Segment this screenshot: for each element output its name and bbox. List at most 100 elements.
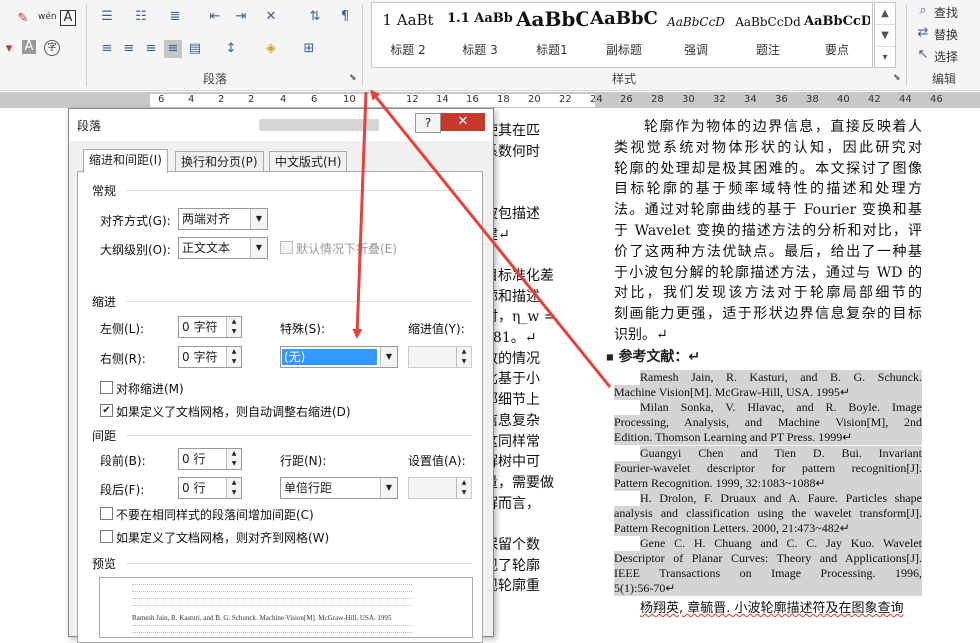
distributed-icon[interactable]: ▤: [186, 40, 204, 58]
left-column-line: 波包描述: [484, 205, 540, 222]
spin-up-icon[interactable]: ▲: [227, 317, 241, 327]
align-center-icon[interactable]: ≡: [120, 40, 138, 58]
align-right-icon[interactable]: ≡: [142, 40, 160, 58]
chevron-down-icon[interactable]: ▼: [250, 209, 267, 229]
replace-icon[interactable]: ⇄: [914, 24, 932, 42]
asian-layout-icon[interactable]: ✕: [262, 8, 280, 26]
spin-down-icon[interactable]: ▼: [457, 488, 471, 498]
style-heading-3[interactable]: 1.1 AaBb 标题 3: [444, 3, 516, 65]
chevron-down-icon[interactable]: ▼: [380, 347, 397, 367]
left-column-line: 廓和描述: [484, 288, 540, 305]
chevron-down-icon[interactable]: ▼: [380, 478, 397, 498]
spin-up-icon[interactable]: ▲: [227, 347, 241, 357]
more-styles-icon[interactable]: ▾: [875, 47, 895, 68]
spin-up-icon[interactable]: ▲: [457, 478, 471, 488]
ruler-number: 44: [899, 94, 912, 105]
decrease-indent-icon[interactable]: ⇤: [206, 8, 224, 26]
spin-down-icon[interactable]: ▼: [227, 357, 241, 367]
right-indent-spinner[interactable]: 0 字符 ▲ ▼: [178, 346, 242, 368]
paragraph-dialog-launcher-icon[interactable]: ⬊: [349, 73, 357, 83]
scroll-down-icon[interactable]: ▼: [875, 25, 895, 47]
mirror-indents-label: 对称缩进(M): [116, 382, 184, 396]
select-button[interactable]: 选择: [934, 48, 958, 65]
left-indent-label: 左侧(L):: [100, 322, 145, 336]
help-button[interactable]: ?: [415, 113, 441, 133]
find-icon[interactable]: ⌕: [914, 2, 932, 20]
outline-level-select[interactable]: 正文文本 ▼: [178, 237, 268, 259]
tab-line-page-breaks[interactable]: 换行和分页(P): [175, 151, 264, 172]
numbering-icon[interactable]: ☷: [132, 8, 150, 26]
spinner-buttons[interactable]: ▲ ▼: [226, 347, 241, 367]
left-indent-spinner[interactable]: 0 字符 ▲ ▼: [178, 316, 242, 338]
no-space-same-style-checkbox[interactable]: [100, 507, 113, 520]
spinner-buttons[interactable]: ▲ ▼: [456, 347, 471, 367]
style-emphasis[interactable]: AaBbCcD 强调: [660, 3, 732, 65]
abstract-line: 对比，我们发现该方法对于轮廓局部细节的: [614, 285, 922, 302]
auto-adjust-checkbox[interactable]: ✔: [100, 404, 113, 417]
snap-to-grid-checkbox[interactable]: [100, 530, 113, 543]
ruler-number: 28: [651, 94, 664, 105]
show-marks-icon[interactable]: ¶: [336, 8, 354, 26]
styles-gallery[interactable]: 1 AaBt 标题 2 1.1 AaBb 标题 3 AaBbC 标题1 AaBb…: [371, 2, 873, 68]
shading-icon[interactable]: ◈: [262, 40, 280, 58]
spin-up-icon[interactable]: ▲: [457, 347, 471, 357]
ruler-number: 36: [775, 94, 788, 105]
alignment-label: 对齐方式(G):: [100, 214, 171, 228]
multilevel-list-icon[interactable]: ≣: [166, 8, 184, 26]
spin-up-icon[interactable]: ▲: [227, 449, 241, 459]
style-subtitle[interactable]: AaBbC 副标题: [588, 3, 660, 65]
borders-icon[interactable]: ⊞: [300, 40, 318, 58]
spin-down-icon[interactable]: ▼: [227, 488, 241, 498]
left-column-line: 系数何时: [484, 143, 540, 160]
ruler-number: 6: [158, 94, 165, 105]
alignment-select[interactable]: 两端对齐 ▼: [178, 208, 268, 230]
style-key-point[interactable]: AaBbCcD 要点: [804, 3, 870, 65]
left-column-line: 时，η_w =: [484, 309, 556, 326]
spinner-buttons[interactable]: ▲ ▼: [226, 317, 241, 337]
char-shading-icon[interactable]: A: [22, 40, 36, 54]
mirror-indents-checkbox[interactable]: [100, 381, 113, 394]
spin-down-icon[interactable]: ▼: [227, 327, 241, 337]
phonetic-guide-icon[interactable]: wén: [38, 8, 57, 26]
dialog-title-bar[interactable]: 段落 ? ✕: [69, 109, 493, 141]
char-border-icon[interactable]: A: [60, 10, 76, 26]
replace-button[interactable]: 替换: [934, 26, 958, 43]
spinner-buttons[interactable]: ▲ ▼: [456, 478, 471, 498]
select-icon[interactable]: ↖: [914, 46, 932, 64]
clear-format-icon[interactable]: ✎: [14, 10, 32, 28]
style-caption[interactable]: AaBbCcDd 题注: [732, 3, 804, 65]
space-before-spinner[interactable]: 0 行 ▲ ▼: [178, 448, 242, 470]
special-indent-select[interactable]: (无) ▼: [280, 346, 398, 368]
scroll-up-icon[interactable]: ▲: [875, 3, 895, 25]
reference-line: 5(1):56-70↵: [614, 581, 922, 597]
collapse-checkbox[interactable]: [280, 241, 293, 254]
increase-indent-icon[interactable]: ⇥: [232, 8, 250, 26]
tab-asian-typography[interactable]: 中文版式(H): [269, 151, 348, 172]
line-spacing-icon[interactable]: ↕: [222, 40, 240, 58]
indent-by-spinner[interactable]: ▲ ▼: [408, 346, 472, 368]
styles-scroll[interactable]: ▲ ▼ ▾: [874, 2, 896, 68]
bullets-icon[interactable]: ☰: [98, 8, 116, 26]
spin-down-icon[interactable]: ▼: [457, 357, 471, 367]
spinner-buttons[interactable]: ▲ ▼: [226, 449, 241, 469]
styles-dialog-launcher-icon[interactable]: ⬊: [893, 73, 901, 83]
sort-icon[interactable]: ⇅: [306, 8, 324, 26]
font-color-icon[interactable]: ▾: [0, 40, 18, 58]
reference-line: Ramesh Jain, R. Kasturi, and B. G. Schun…: [640, 370, 922, 385]
style-heading-1[interactable]: AaBbC 标题1: [516, 3, 588, 65]
align-left-icon[interactable]: ≡: [98, 40, 116, 58]
spinner-buttons[interactable]: ▲ ▼: [226, 478, 241, 498]
close-button[interactable]: ✕: [441, 113, 485, 131]
style-heading-2[interactable]: 1 AaBt 标题 2: [372, 3, 444, 65]
justify-icon[interactable]: ≡: [164, 40, 182, 58]
enclose-char-icon[interactable]: 字: [44, 40, 60, 56]
space-after-spinner[interactable]: 0 行 ▲ ▼: [178, 477, 242, 499]
spin-down-icon[interactable]: ▼: [227, 459, 241, 469]
at-spinner[interactable]: ▲ ▼: [408, 477, 472, 499]
line-spacing-select[interactable]: 单倍行距 ▼: [280, 477, 398, 499]
spin-up-icon[interactable]: ▲: [227, 478, 241, 488]
section-divider: [126, 563, 472, 564]
find-button[interactable]: 查找: [934, 4, 958, 21]
chevron-down-icon[interactable]: ▼: [250, 238, 267, 258]
tab-indents-spacing[interactable]: 缩进和间距(I): [83, 149, 168, 173]
